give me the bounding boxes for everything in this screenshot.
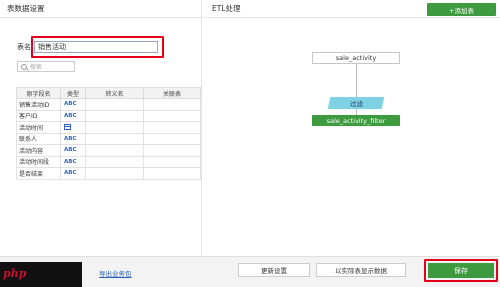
type-text-icon[interactable]: ABC — [60, 167, 86, 180]
panel-title: 表数据设置 — [0, 0, 201, 18]
relation-cell[interactable] — [143, 144, 201, 157]
relation-cell[interactable] — [143, 155, 201, 168]
col-header-field: 原字段名 — [16, 87, 61, 99]
table-row[interactable]: 是否结束 ABC — [16, 167, 201, 180]
type-text-icon[interactable]: ABC — [60, 98, 86, 111]
type-text-icon[interactable]: ABC — [60, 155, 86, 168]
alias-cell[interactable] — [85, 155, 144, 168]
etl-header: ETL处理 +添加表 — [203, 0, 500, 18]
col-header-relation: 关联表 — [143, 87, 201, 99]
type-text-icon[interactable]: ABC — [60, 144, 86, 157]
type-text-icon[interactable]: ABC — [60, 132, 86, 145]
alias-cell[interactable] — [85, 144, 144, 157]
type-date-icon[interactable] — [60, 121, 86, 134]
table-row[interactable]: 销售活动ID ABC — [16, 98, 201, 111]
alias-cell[interactable] — [85, 98, 144, 111]
php-watermark-logo: php — [3, 267, 27, 280]
filter-label: 过滤 — [349, 100, 363, 108]
export-package-link[interactable]: 导出业务包 — [99, 268, 132, 278]
field-name: 客户ID — [16, 109, 61, 122]
etl-filter-node[interactable]: 过滤 — [327, 97, 385, 109]
update-settings-button[interactable]: 更新设置 — [238, 263, 310, 277]
col-header-alias: 转义名 — [85, 87, 144, 99]
table-row[interactable]: 客户ID ABC — [16, 109, 201, 122]
table-row[interactable]: 联系人 ABC — [16, 132, 201, 145]
relation-cell[interactable] — [143, 98, 201, 111]
search-icon — [21, 63, 27, 70]
search-field[interactable]: 搜索 — [17, 61, 75, 72]
add-table-button[interactable]: +添加表 — [427, 3, 496, 16]
field-table: 原字段名 类型 转义名 关联表 销售活动ID ABC 客户ID ABC 活动时间… — [16, 87, 201, 180]
show-actual-data-button[interactable]: 以实际表显示数据 — [316, 263, 406, 277]
alias-cell[interactable] — [85, 109, 144, 122]
relation-cell[interactable] — [143, 167, 201, 180]
table-name-input[interactable]: 销售活动 — [34, 41, 158, 53]
etl-output-node[interactable]: sale_activity_filter — [312, 115, 400, 126]
field-name: 是否结束 — [16, 167, 61, 180]
table-row[interactable]: 活动内容 ABC — [16, 144, 201, 157]
field-name: 活动时间 — [16, 121, 61, 134]
relation-cell[interactable] — [143, 132, 201, 145]
alias-cell[interactable] — [85, 132, 144, 145]
etl-source-node[interactable]: sale_activity — [312, 52, 400, 64]
table-name-label: 表名 — [17, 43, 31, 51]
field-name: 联系人 — [16, 132, 61, 145]
table-name-row: 表名 销售活动 — [17, 41, 158, 53]
connector-line — [356, 64, 357, 97]
col-header-type: 类型 — [60, 87, 86, 99]
relation-cell[interactable] — [143, 121, 201, 134]
calendar-icon — [64, 124, 71, 131]
alias-cell[interactable] — [85, 121, 144, 134]
relation-cell[interactable] — [143, 109, 201, 122]
type-text-icon[interactable]: ABC — [60, 109, 86, 122]
field-name: 销售活动ID — [16, 98, 61, 111]
alias-cell[interactable] — [85, 167, 144, 180]
table-header-row: 原字段名 类型 转义名 关联表 — [16, 87, 201, 99]
etl-title: ETL处理 — [212, 4, 241, 13]
field-name: 活动内容 — [16, 144, 61, 157]
table-row[interactable]: 活动时间 — [16, 121, 201, 134]
search-placeholder: 搜索 — [30, 64, 43, 71]
table-row[interactable]: 活动时间段 ABC — [16, 155, 201, 168]
etl-panel: ETL处理 +添加表 — [203, 0, 500, 256]
field-name: 活动时间段 — [16, 155, 61, 168]
save-button[interactable]: 保存 — [428, 263, 494, 278]
